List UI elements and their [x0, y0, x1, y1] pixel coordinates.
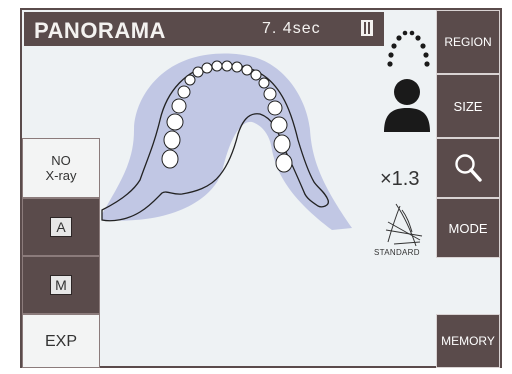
- tooth: [184, 74, 196, 86]
- no-xray-button[interactable]: NO X-ray: [22, 138, 100, 198]
- tooth: [171, 98, 187, 114]
- tooth: [231, 61, 243, 73]
- tooth: [263, 87, 277, 101]
- zoom-button[interactable]: [436, 138, 500, 198]
- manual-key: M: [50, 275, 72, 295]
- tooth: [258, 77, 270, 89]
- panorama-screen: PANORAMA 7. 4sec NO X-ray A M EXP ×1.3 S…: [20, 8, 502, 368]
- header-bar: PANORAMA 7. 4sec: [24, 12, 384, 46]
- magnifier-icon: [455, 154, 482, 182]
- size-button[interactable]: SIZE: [436, 74, 500, 138]
- dental-arch-jaw-diagram: [101, 53, 352, 230]
- region-button[interactable]: REGION: [436, 10, 500, 74]
- tooth: [201, 62, 213, 74]
- cassette-icon: [361, 20, 373, 36]
- tooth: [163, 130, 181, 150]
- manual-button[interactable]: M: [22, 256, 100, 314]
- tooth: [270, 116, 288, 134]
- size-label: SIZE: [453, 98, 483, 114]
- magnification-readout: ×1.3: [380, 168, 420, 190]
- tooth: [250, 69, 262, 81]
- mode-title: PANORAMA: [34, 18, 166, 43]
- no-xray-label-line2: X-ray: [45, 168, 77, 183]
- patient-silhouette-icon: [384, 79, 430, 132]
- tooth: [161, 149, 179, 169]
- region-label: REGION: [444, 35, 492, 49]
- mode-button[interactable]: MODE: [436, 198, 500, 258]
- memory-button[interactable]: MEMORY: [436, 314, 500, 368]
- arch-icon: [387, 30, 430, 67]
- tooth: [275, 153, 293, 173]
- tooth: [241, 64, 253, 76]
- exposure-time: 7. 4sec: [262, 20, 321, 37]
- tooth: [267, 100, 283, 116]
- exp-button[interactable]: EXP: [22, 314, 100, 368]
- memory-label: MEMORY: [441, 334, 495, 348]
- tooth: [192, 66, 204, 78]
- mode-name: STANDARD: [374, 248, 420, 257]
- auto-button[interactable]: A: [22, 198, 100, 256]
- tooth: [177, 85, 191, 99]
- tooth: [211, 60, 223, 72]
- tooth: [166, 113, 184, 131]
- standard-mode-icon: [385, 203, 423, 247]
- auto-key: A: [50, 217, 72, 237]
- tooth: [273, 134, 291, 154]
- tooth: [221, 60, 233, 72]
- exp-label: EXP: [44, 332, 77, 350]
- no-xray-label-line1: NO: [51, 153, 71, 168]
- mode-label: MODE: [448, 220, 488, 236]
